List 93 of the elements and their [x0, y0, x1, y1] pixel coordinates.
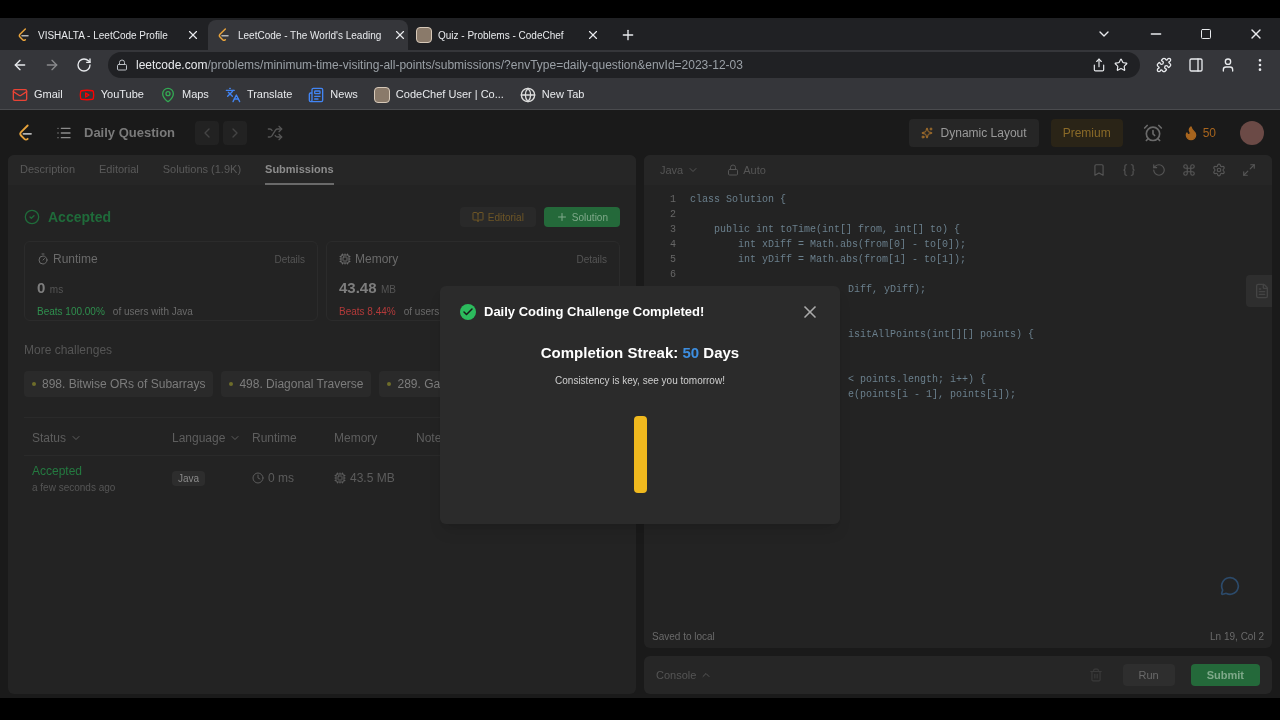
- challenge-chip[interactable]: 498. Diagonal Traverse: [221, 371, 372, 397]
- address-field[interactable]: leetcode.com/problems/minimum-time-visiting-all-points/submissions/?envType=daily-question&envId=2023-12-03: [108, 52, 1140, 78]
- logo-icon: [216, 27, 232, 43]
- bookmark[interactable]: Translate: [224, 86, 293, 103]
- translate-icon: [224, 86, 241, 103]
- line-number: 4: [670, 239, 676, 250]
- beats-note: of users: [403, 305, 440, 319]
- cursor-position: Ln 19, Col 2: [1210, 629, 1264, 644]
- new-tab-icon[interactable]: [620, 27, 636, 43]
- column-header[interactable]: Status: [32, 429, 172, 447]
- puzzle-icon[interactable]: [1156, 57, 1172, 73]
- alarm-clock-icon[interactable]: [1142, 122, 1163, 143]
- code-line: isitAllPoints(int[][] points) {: [848, 328, 1035, 342]
- streak-text: Completion Streak: 50 Days: [540, 343, 740, 363]
- bookmark[interactable]: Maps: [159, 86, 209, 103]
- chip-icon: [339, 253, 351, 265]
- browser-tab[interactable]: LeetCode - The World's Leading: [208, 20, 408, 50]
- pin-icon: [159, 86, 176, 103]
- dialog-message: Consistency is key, see you tomorrow!: [555, 373, 725, 388]
- tab-title: Quiz - Problems - CodeChef: [438, 28, 564, 43]
- restore-icon[interactable]: [1200, 28, 1212, 40]
- streak-counter[interactable]: 50: [1182, 123, 1216, 142]
- lock-icon: [727, 164, 740, 176]
- bookmark[interactable]: YouTube: [78, 86, 144, 103]
- column-header: Memory: [334, 430, 379, 447]
- tab-title: VISHALTA - LeetCode Profile: [38, 28, 168, 43]
- premium-button[interactable]: Premium: [1050, 118, 1123, 147]
- globe-icon: [519, 86, 536, 103]
- side-panel-icon[interactable]: [1188, 57, 1204, 73]
- browser-tab[interactable]: VISHALTA - LeetCode Profile: [8, 20, 208, 50]
- mail-icon: [12, 86, 28, 103]
- layout-button[interactable]: Dynamic Layout: [908, 118, 1039, 147]
- book-icon: [471, 211, 484, 223]
- check-circle-icon: [24, 209, 40, 225]
- profile-icon[interactable]: [1220, 57, 1236, 73]
- back-icon[interactable]: [12, 57, 28, 73]
- bookmark[interactable]: New Tab: [519, 86, 585, 103]
- share-icon[interactable]: [1092, 58, 1106, 72]
- code-line: class Solution {: [690, 193, 786, 207]
- logo-icon: [373, 86, 390, 103]
- column-header: Runtime: [252, 430, 298, 447]
- line-number: 3: [670, 224, 676, 235]
- code-line: int xDiff = Math.abs(from[0] - to[0]);: [737, 238, 967, 252]
- result-status: Accepted: [48, 207, 112, 227]
- news-icon: [308, 86, 325, 103]
- close-icon[interactable]: [586, 28, 600, 42]
- chip-icon: [334, 472, 346, 484]
- url-text: leetcode.com/problems/minimum-time-visiting-all-points/submissions/?envType=daily-question&envId=2023-12-03: [136, 57, 743, 74]
- submit-button[interactable]: Submit: [1190, 664, 1260, 686]
- logo-icon: [16, 27, 32, 43]
- bookmark[interactable]: News: [308, 86, 358, 103]
- browser-tab[interactable]: Quiz - Problems - CodeChef: [408, 20, 608, 50]
- memory-value: 43.5 MB: [350, 470, 395, 487]
- plus-icon: [555, 211, 568, 223]
- beats-percent: Beats 100.00%: [37, 305, 105, 319]
- editorial-button[interactable]: Editorial: [459, 207, 536, 227]
- page-title[interactable]: Daily Question: [84, 122, 176, 143]
- stat-label: Runtime: [53, 251, 98, 268]
- code-line: int yDiff = Math.abs(from[1] - to[1]);: [737, 253, 967, 267]
- bookmark[interactable]: CodeChef User | Co...: [373, 86, 504, 103]
- code-line: public int toTime(int[] from, int[] to) {: [713, 223, 961, 237]
- column-header: Note: [416, 430, 443, 447]
- check-icon: [460, 304, 476, 320]
- save-status: Saved to local: [652, 629, 715, 644]
- line-number: 1: [670, 194, 676, 205]
- solution-button[interactable]: Solution: [543, 207, 620, 227]
- run-button[interactable]: Run: [1122, 664, 1175, 686]
- status-text[interactable]: Accepted: [32, 461, 83, 480]
- timer-icon: [37, 253, 49, 265]
- column-header[interactable]: Language: [172, 429, 252, 447]
- reload-icon[interactable]: [76, 57, 92, 73]
- line-number: 5: [670, 254, 676, 265]
- close-icon[interactable]: [186, 28, 200, 42]
- beats-note: of users with Java: [112, 305, 193, 319]
- star-icon[interactable]: [1114, 58, 1128, 72]
- challenge-chip[interactable]: 898. Bitwise ORs of Subarrays: [24, 371, 214, 397]
- forward-icon[interactable]: [44, 57, 60, 73]
- dialog-title: Daily Coding Challenge Completed!: [484, 303, 705, 322]
- language-tag: Java: [172, 471, 206, 486]
- panel-tab[interactable]: Submissions: [265, 155, 334, 185]
- tab-title: LeetCode - The World's Leading: [238, 28, 382, 43]
- sparkle-icon: [920, 126, 933, 139]
- logo-icon: [416, 27, 432, 43]
- bookmark[interactable]: Gmail: [12, 86, 63, 103]
- lock-icon: [116, 59, 128, 71]
- code-line: < points.length; i++) {: [848, 373, 987, 387]
- stat-label: Memory: [355, 251, 399, 268]
- clock-icon: [252, 472, 264, 484]
- code-line: Diff, yDiff);: [848, 283, 926, 297]
- code-line: e(points[i - 1], points[i]);: [848, 388, 1017, 402]
- line-number: 2: [670, 209, 676, 220]
- line-number: 6: [670, 269, 676, 280]
- beats-percent: Beats 8.44%: [339, 305, 396, 319]
